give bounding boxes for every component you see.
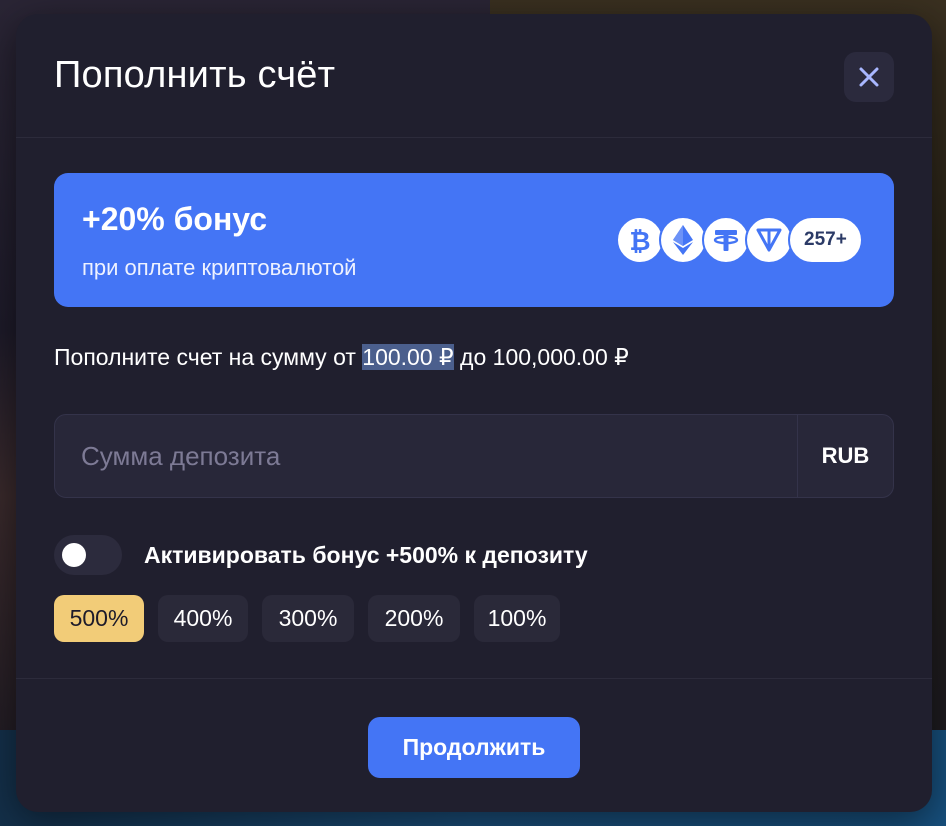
- tether-icon: [702, 216, 750, 264]
- bonus-option-500[interactable]: 500%: [54, 595, 144, 642]
- close-icon: [859, 67, 879, 87]
- bonus-toggle[interactable]: [54, 535, 122, 575]
- bonus-label: Активировать бонус +500% к депозиту: [144, 541, 588, 568]
- bitcoin-icon: ₿: [616, 216, 664, 264]
- bonus-options: 500% 400% 300% 200% 100%: [54, 595, 560, 642]
- deposit-range-text: Пополните счет на сумму от 100.00 ₽ до 1…: [54, 344, 629, 371]
- modal-title: Пополнить счёт: [54, 54, 336, 96]
- crypto-coins: ₿ 257+: [616, 215, 863, 265]
- range-middle: до: [453, 344, 493, 370]
- currency-label: RUB: [797, 415, 893, 497]
- bonus-option-300[interactable]: 300%: [262, 595, 354, 642]
- more-currencies-count: 257+: [788, 216, 863, 264]
- svg-text:₿: ₿: [629, 227, 650, 255]
- toggle-knob: [62, 543, 86, 567]
- continue-button[interactable]: Продолжить: [368, 717, 580, 778]
- bonus-option-400[interactable]: 400%: [158, 595, 248, 642]
- deposit-modal: Пополнить счёт +20% бонус при оплате кри…: [16, 14, 932, 812]
- range-max: 100,000.00 ₽: [492, 344, 629, 370]
- close-button[interactable]: [844, 52, 894, 102]
- bonus-toggle-row: Активировать бонус +500% к депозиту: [54, 534, 588, 576]
- range-min: 100.00 ₽: [362, 344, 454, 370]
- bonus-option-100[interactable]: 100%: [474, 595, 560, 642]
- ton-icon: [745, 216, 793, 264]
- deposit-amount-field: RUB: [54, 414, 894, 498]
- deposit-amount-input[interactable]: [55, 415, 797, 497]
- modal-header: Пополнить счёт: [16, 14, 932, 138]
- range-prefix: Пополните счет на сумму от: [54, 344, 363, 370]
- modal-footer: Продолжить: [16, 678, 932, 812]
- banner-subtitle: при оплате криптовалютой: [82, 255, 357, 280]
- ethereum-icon: [659, 216, 707, 264]
- banner-title: +20% бонус: [82, 201, 268, 237]
- bonus-option-200[interactable]: 200%: [368, 595, 460, 642]
- crypto-bonus-banner[interactable]: +20% бонус при оплате криптовалютой ₿ 25…: [54, 173, 894, 307]
